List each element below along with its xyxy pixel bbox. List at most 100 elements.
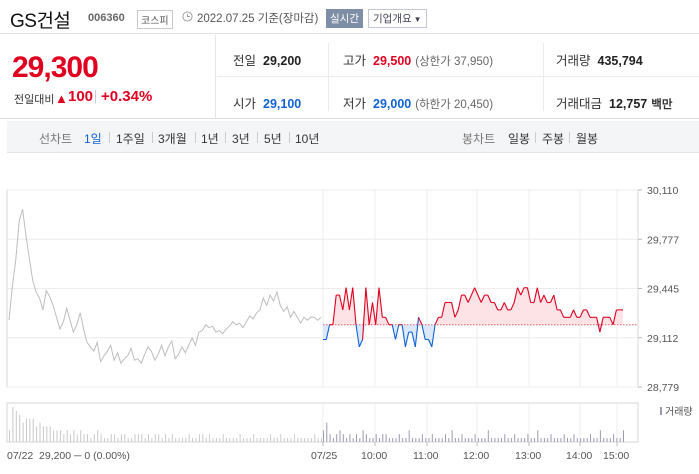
volume-bar <box>359 438 361 442</box>
volume-bar <box>603 438 605 442</box>
volume-bar <box>560 438 562 442</box>
volume-bar <box>593 438 595 442</box>
volume-bar <box>73 430 75 442</box>
volume-bar <box>276 438 278 442</box>
chevron-down-icon: ▼ <box>413 15 422 24</box>
tab-1w[interactable]: 1주일 <box>116 130 145 147</box>
stat-value: 29,500 <box>373 54 412 68</box>
tab-5y[interactable]: 5년 <box>264 130 282 147</box>
volume-bar <box>107 438 109 442</box>
volume-bar <box>266 438 268 442</box>
volume-bar <box>22 422 24 442</box>
volume-bar <box>471 438 473 442</box>
base-date: 2022.07.25 기준(장마감) <box>197 13 319 25</box>
tab-3m[interactable]: 3개월 <box>158 130 187 147</box>
volume-bar <box>87 434 88 442</box>
volume-bar <box>195 438 197 442</box>
volume-bar <box>590 434 591 442</box>
volume-bar <box>42 426 44 442</box>
volume-bar <box>458 438 460 442</box>
volume-bar <box>171 434 173 442</box>
lower-limit: (하한가 20,450) <box>415 99 494 111</box>
volume-bar <box>484 438 486 442</box>
divider <box>152 132 153 143</box>
price-chart[interactable]: 30,110 29,777 29,445 29,112 28,779 07/22 29,2… <box>0 170 699 474</box>
volume-bar <box>185 438 187 442</box>
volume-bar <box>114 434 116 442</box>
x-tick-label: 07/25 <box>311 450 337 462</box>
volume-bar <box>93 434 95 442</box>
volume-bar <box>431 434 433 442</box>
volume-bar <box>382 434 384 442</box>
tab-daily-candle[interactable]: 일봉 <box>508 130 530 147</box>
x-tick-label: 13:00 <box>515 450 541 462</box>
price-lines <box>8 209 623 365</box>
volume-bar <box>583 438 585 442</box>
chart-period-tabs: 선차트 1일 1주일 3개월 1년 3년 5년 10년 봉차트 일봉 주봉 월봉 <box>7 121 699 153</box>
volume-bar <box>154 434 156 442</box>
volume-bar <box>464 438 466 442</box>
volume-bar <box>32 418 34 442</box>
volume-legend-swatch <box>660 407 662 415</box>
volume-bar <box>297 438 299 442</box>
prev-day-summary: 29,200 ─ 0 (0.00%) <box>39 450 130 462</box>
volume-bar <box>117 438 119 442</box>
price-summary: 29,300 전일대비 ▲ 100 +0.34% 전일 29,200 고가 29,5… <box>0 35 699 119</box>
y-axis: 30,110 29,777 29,445 29,112 28,779 <box>638 185 679 394</box>
tab-10y[interactable]: 10년 <box>295 130 319 147</box>
stat-value: 29,100 <box>263 97 302 111</box>
market-badge: 코스피 <box>137 10 173 29</box>
tab-3y[interactable]: 3년 <box>232 130 250 147</box>
volume-bar <box>586 438 588 442</box>
volume-bar <box>392 438 394 442</box>
divider <box>195 132 196 143</box>
stat-high: 고가 29,500 (상한가 37,950) <box>343 50 493 69</box>
tab-1y[interactable]: 1년 <box>201 130 219 147</box>
volume-bar <box>19 414 21 442</box>
change-percent: +0.34% <box>101 88 153 105</box>
volume-bar <box>290 438 292 442</box>
volume-bar <box>141 434 143 442</box>
volume-bar <box>346 438 348 442</box>
x-tick-label: 11:00 <box>413 450 439 462</box>
stat-value: 29,000 <box>373 97 412 111</box>
volume-bar <box>215 438 217 442</box>
volume-bar <box>349 434 351 442</box>
realtime-button[interactable]: 실시간 <box>326 9 363 28</box>
volume-bar <box>212 438 214 442</box>
company-profile-dropdown[interactable]: 기업개요 ▼ <box>368 9 427 28</box>
volume-bar <box>491 438 493 442</box>
volume-bar <box>26 418 27 442</box>
volume-bar <box>256 438 258 442</box>
tab-1d[interactable]: 1일 <box>84 130 102 147</box>
volume-bar <box>527 434 529 442</box>
divider <box>95 90 96 103</box>
volume-bar <box>412 438 413 442</box>
volume-bar <box>388 438 390 442</box>
volume-bar <box>222 434 224 442</box>
divider <box>543 43 544 111</box>
clock-icon <box>182 11 193 22</box>
volume-bar <box>175 438 177 442</box>
volume-bar <box>362 430 364 442</box>
tab-monthly-candle[interactable]: 월봉 <box>576 130 598 147</box>
volume-bar <box>547 438 549 442</box>
volume-bar <box>120 434 122 442</box>
volume-bar <box>537 430 539 442</box>
volume-bar <box>616 438 618 442</box>
volume-bar <box>246 438 248 442</box>
volume-bar <box>517 438 519 442</box>
x-label-prev-day: 07/22 <box>7 450 33 462</box>
volume-bar <box>165 434 166 442</box>
stock-name[interactable]: GS건설 <box>10 6 71 33</box>
volume-bar <box>609 438 611 442</box>
y-tick-label: 30,110 <box>647 185 678 197</box>
tab-weekly-candle[interactable]: 주봉 <box>542 130 564 147</box>
volume-bar <box>56 430 58 442</box>
volume-bar <box>104 438 105 442</box>
volume-bar <box>570 438 572 442</box>
volume-bar <box>557 438 559 442</box>
down-fill <box>323 324 623 347</box>
x-tick-label: 14:00 <box>566 450 592 462</box>
volume-bar <box>80 430 82 442</box>
